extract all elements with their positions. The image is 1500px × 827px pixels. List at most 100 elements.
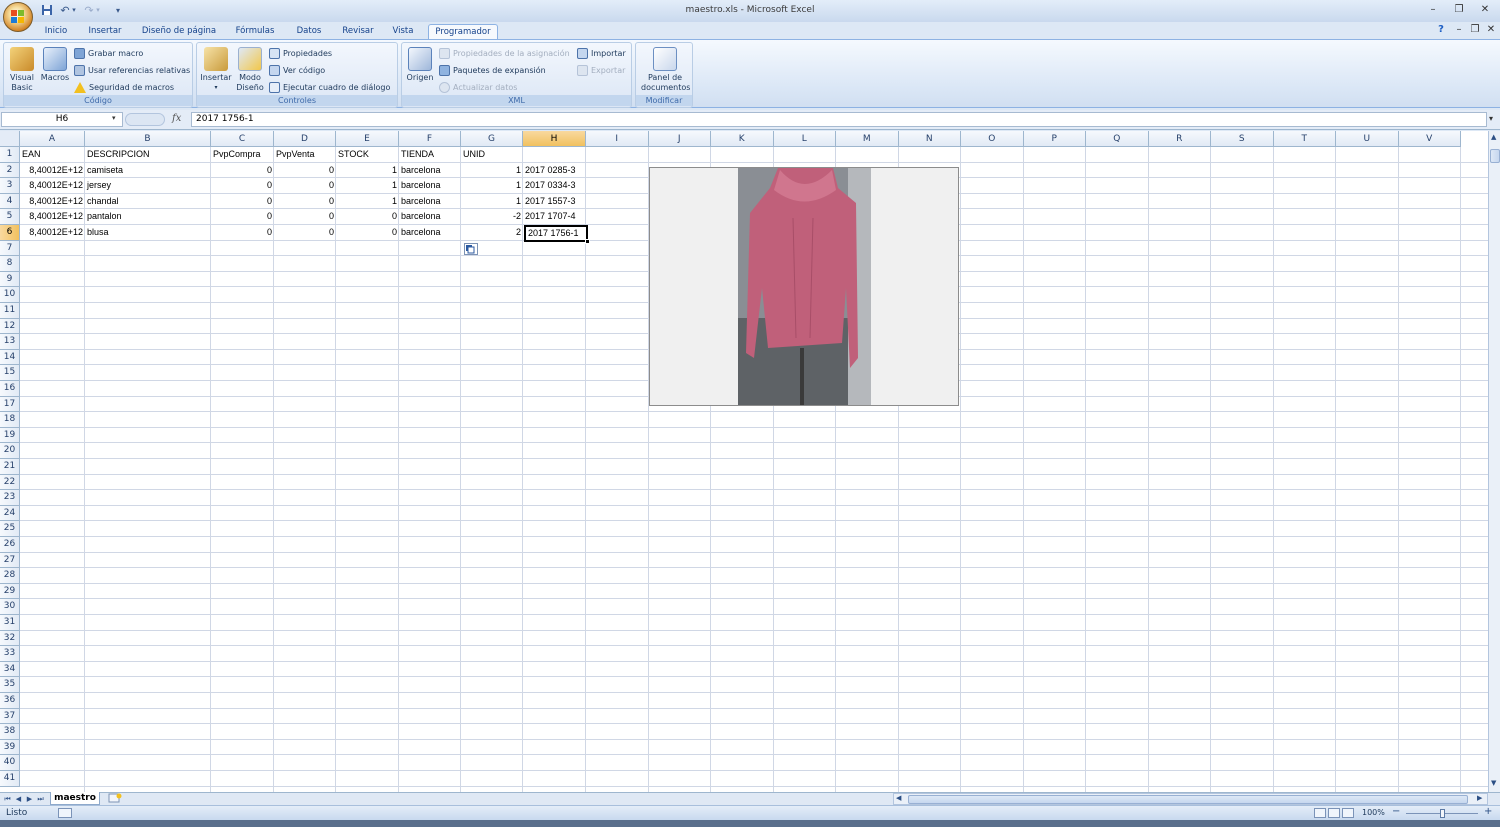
tab-datos[interactable]: Datos [288, 24, 330, 39]
tab-revisar[interactable]: Revisar [338, 24, 378, 39]
cell-g1[interactable]: UNID [461, 147, 523, 163]
prev-sheet-icon[interactable]: ◀ [13, 793, 24, 805]
cell-d4[interactable]: 0 [274, 194, 336, 210]
row-header-35[interactable]: 35 [0, 677, 20, 693]
redo-dropdown-icon[interactable]: ▾ [94, 4, 102, 17]
propiedades-button[interactable]: Propiedades [269, 47, 332, 61]
cell-a5[interactable]: 8,40012E+12 [20, 209, 85, 225]
column-header-p[interactable]: P [1023, 131, 1086, 147]
cell-c2[interactable]: 0 [211, 163, 274, 179]
sweater-picture[interactable] [649, 167, 959, 406]
cell-e6[interactable]: 0 [336, 225, 399, 241]
cell-b3[interactable]: jersey [85, 178, 211, 194]
next-sheet-icon[interactable]: ▶ [24, 793, 35, 805]
formula-input[interactable]: 2017 1756-1 [191, 112, 1487, 127]
cell-b6[interactable]: blusa [85, 225, 211, 241]
modo-diseno-button[interactable]: Modo Diseño [234, 45, 266, 93]
row-header-32[interactable]: 32 [0, 630, 20, 647]
cell-d6[interactable]: 0 [274, 225, 336, 241]
row-header-11[interactable]: 11 [0, 303, 20, 319]
row-header-33[interactable]: 33 [0, 646, 20, 662]
row-header-40[interactable]: 40 [0, 755, 20, 771]
first-sheet-icon[interactable]: ⏮ [2, 793, 13, 805]
cell-e1[interactable]: STOCK [336, 147, 399, 163]
insertar-control-button[interactable]: Insertar ▾ [199, 45, 233, 93]
panel-documentos-button[interactable]: Panel de documentos [638, 45, 692, 93]
worksheet-grid[interactable]: ABCDEFGHIJKLMNOPQRSTUV 1 2 3 4 5 6 7 8 9 10 11 12 13… [0, 131, 1488, 792]
cell-g5[interactable]: -2 [461, 209, 523, 225]
row-header-14[interactable]: 14 [0, 349, 20, 366]
macro-record-icon[interactable] [58, 808, 72, 818]
paste-options-icon[interactable] [464, 243, 478, 255]
scroll-right-icon[interactable]: ▶ [1477, 794, 1482, 802]
row-header-17[interactable]: 17 [0, 396, 20, 413]
grabar-macro-button[interactable]: Grabar macro [74, 47, 143, 61]
column-header-b[interactable]: B [85, 131, 211, 147]
row-header-21[interactable]: 21 [0, 459, 20, 475]
tab-vista[interactable]: Vista [386, 24, 420, 39]
row-header-5[interactable]: 5 [0, 209, 20, 225]
tab-programador[interactable]: Programador [428, 24, 498, 39]
cell-a2[interactable]: 8,40012E+12 [20, 163, 85, 179]
column-header-g[interactable]: G [461, 131, 523, 147]
cell-a3[interactable]: 8,40012E+12 [20, 178, 85, 194]
row-header-39[interactable]: 39 [0, 739, 20, 756]
expand-formula-bar-icon[interactable]: ▾ [1489, 114, 1493, 123]
cell-h2[interactable]: 2017 0285-3 [523, 163, 586, 179]
active-cell[interactable]: 2017 1756-1 [524, 225, 588, 242]
column-header-d[interactable]: D [274, 131, 336, 147]
cell-g2[interactable]: 1 [461, 163, 523, 179]
cell-f2[interactable]: barcelona [399, 163, 461, 179]
column-header-q[interactable]: Q [1086, 131, 1149, 147]
cell-c6[interactable]: 0 [211, 225, 274, 241]
cell-h5[interactable]: 2017 1707-4 [523, 209, 586, 225]
page-break-view-icon[interactable] [1342, 808, 1354, 818]
zoom-slider-knob[interactable] [1440, 809, 1445, 818]
row-header-24[interactable]: 24 [0, 505, 20, 522]
cell-d5[interactable]: 0 [274, 209, 336, 225]
cell-c1[interactable]: PvpCompra [211, 147, 274, 163]
column-header-k[interactable]: K [711, 131, 774, 147]
row-header-13[interactable]: 13 [0, 334, 20, 350]
column-header-e[interactable]: E [336, 131, 399, 147]
seguridad-macros-button[interactable]: Seguridad de macros [74, 81, 174, 95]
cell-c4[interactable]: 0 [211, 194, 274, 210]
page-layout-view-icon[interactable] [1328, 808, 1340, 818]
cell-f4[interactable]: barcelona [399, 194, 461, 210]
zoom-out-icon[interactable]: − [1392, 806, 1400, 817]
cell-c5[interactable]: 0 [211, 209, 274, 225]
sheet-tab-maestro[interactable]: maestro [50, 792, 100, 805]
cell-g4[interactable]: 1 [461, 194, 523, 210]
zoom-in-icon[interactable]: + [1484, 806, 1492, 817]
cell-b1[interactable]: DESCRIPCION [85, 147, 211, 163]
column-header-n[interactable]: N [898, 131, 961, 147]
importar-button[interactable]: Importar [577, 47, 626, 61]
tab-inicio[interactable]: Inicio [38, 24, 74, 39]
row-header-29[interactable]: 29 [0, 583, 20, 600]
cell-f6[interactable]: barcelona [399, 225, 461, 241]
column-header-a[interactable]: A [20, 131, 85, 147]
cell-e3[interactable]: 1 [336, 178, 399, 194]
usar-referencias-button[interactable]: Usar referencias relativas [74, 64, 190, 78]
row-header-25[interactable]: 25 [0, 521, 20, 537]
workbook-close-button[interactable]: ✕ [1482, 23, 1500, 37]
column-header-s[interactable]: S [1211, 131, 1274, 147]
undo-dropdown-icon[interactable]: ▾ [70, 4, 78, 17]
cell-e4[interactable]: 1 [336, 194, 399, 210]
horizontal-scrollbar[interactable]: ◀ ▶ [893, 793, 1488, 805]
paquetes-expansion-button[interactable]: Paquetes de expansión [439, 64, 546, 78]
cell-a6[interactable]: 8,40012E+12 [20, 225, 85, 241]
name-box[interactable]: H6 [1, 112, 123, 127]
row-header-6[interactable]: 6 [0, 225, 20, 241]
scroll-up-icon[interactable]: ▲ [1491, 133, 1496, 141]
restore-button[interactable]: ❐ [1450, 3, 1468, 17]
row-header-27[interactable]: 27 [0, 552, 20, 569]
last-sheet-icon[interactable]: ⏭ [35, 793, 46, 805]
select-all-button[interactable] [0, 131, 20, 147]
office-button[interactable] [3, 2, 33, 32]
ejecutar-cuadro-button[interactable]: Ejecutar cuadro de diálogo [269, 81, 390, 95]
row-header-10[interactable]: 10 [0, 287, 20, 303]
row-header-31[interactable]: 31 [0, 615, 20, 631]
row-header-26[interactable]: 26 [0, 537, 20, 553]
cell-d1[interactable]: PvpVenta [274, 147, 336, 163]
